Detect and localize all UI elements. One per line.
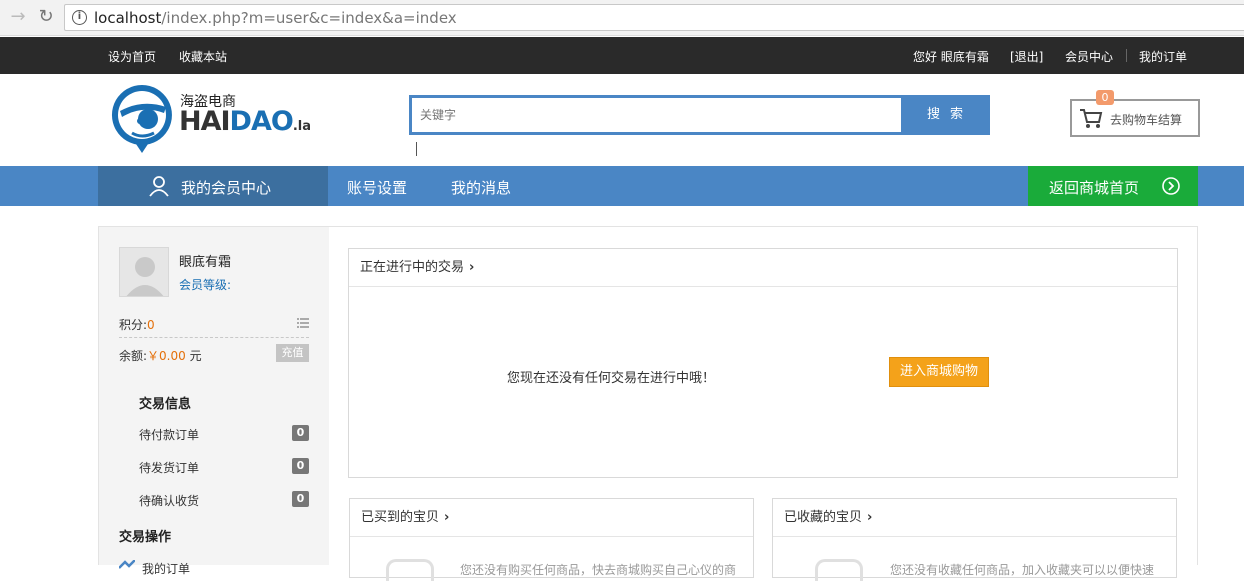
bought-items-title[interactable]: 已买到的宝贝 › — [350, 499, 753, 537]
nav-my-messages[interactable]: 我的消息 — [451, 177, 511, 198]
browser-toolbar: → ↻ i localhost/index.php?m=user&c=index… — [0, 0, 1244, 36]
username: 眼底有霜 — [179, 255, 232, 270]
main-nav: 我的会员中心 账号设置 我的消息 返回商城首页 — [0, 166, 1244, 206]
back-arrow-icon[interactable]: → — [7, 6, 29, 28]
default-avatar-icon — [126, 257, 164, 296]
pending-payment-link[interactable]: 待付款订单 — [139, 426, 199, 443]
ongoing-trades-title[interactable]: 正在进行中的交易 › — [349, 249, 1177, 287]
pirate-logo-icon — [111, 85, 172, 153]
empty-box-icon — [386, 559, 434, 581]
logo-english-name: HAIDAO.la — [179, 106, 311, 137]
list-icon[interactable] — [297, 318, 309, 328]
member-sidebar: 眼底有霜 会员等级: 积分:0 余额:￥0.00 元 充值 交易信息 待付款订单… — [98, 226, 330, 576]
pending-payment-count: 0 — [292, 425, 309, 441]
favorite-items-title-text: 已收藏的宝贝 — [784, 510, 863, 525]
balance-unit: 元 — [189, 349, 202, 363]
balance-row: 余额:￥0.00 元 — [119, 347, 202, 364]
balance-label: 余额: — [119, 349, 148, 363]
favorite-empty-message: 您还没有收藏任何商品，加入收藏夹可以以便快速 — [890, 563, 1155, 577]
trade-ops-title: 交易操作 — [119, 530, 172, 545]
greeting-text: 您好 眼底有霜 — [913, 50, 989, 64]
text-cursor — [416, 142, 417, 156]
logout-link[interactable]: [退出] — [1010, 48, 1043, 65]
ongoing-trades-panel: 正在进行中的交易 › 您现在还没有任何交易在进行中哦！ 进入商城购物 — [348, 248, 1178, 478]
pending-receipt-link[interactable]: 待确认收货 — [139, 492, 199, 509]
site-header: 海盗电商 HAIDAO.la 搜索 0 去购物车结算 — [0, 74, 1244, 166]
pending-shipment-link[interactable]: 待发货订单 — [139, 459, 199, 476]
points-label: 积分: — [119, 318, 148, 332]
chevron-right-icon: › — [469, 260, 475, 275]
top-bar: 设为首页 收藏本站 您好 眼底有霜 [退出] 会员中心 我的订单 — [0, 37, 1244, 74]
member-level: 会员等级: — [179, 278, 232, 292]
ongoing-trades-title-text: 正在进行中的交易 — [360, 260, 465, 275]
shopping-cart-icon — [1080, 109, 1103, 128]
nav-account-settings[interactable]: 账号设置 — [347, 177, 407, 198]
url-host: localhost — [94, 9, 162, 27]
favorite-items-panel: 已收藏的宝贝 › 您还没有收藏任何商品，加入收藏夹可以以便快速 — [772, 498, 1177, 581]
avatar[interactable] — [119, 247, 169, 297]
orders-icon — [119, 560, 135, 569]
nav-member-center-label: 我的会员中心 — [181, 179, 272, 197]
member-center-link[interactable]: 会员中心 — [1065, 48, 1113, 65]
cart-label: 去购物车结算 — [1110, 113, 1183, 127]
logo-en-part2: DAO — [229, 106, 294, 137]
nav-member-center[interactable]: 我的会员中心 — [98, 166, 328, 206]
back-home-label: 返回商城首页 — [1049, 179, 1140, 197]
cart-count-badge: 0 — [1096, 90, 1114, 105]
points-row: 积分:0 — [119, 316, 155, 333]
my-orders-link[interactable]: 我的订单 — [1139, 48, 1187, 65]
back-home-button[interactable]: 返回商城首页 — [1028, 166, 1198, 206]
logo-en-part1: HAI — [179, 106, 231, 137]
cart-button[interactable]: 0 去购物车结算 — [1070, 90, 1200, 137]
search-input[interactable] — [412, 98, 901, 132]
favorite-items-title[interactable]: 已收藏的宝贝 › — [773, 499, 1176, 537]
my-orders-sidebar-link[interactable]: 我的订单 — [142, 560, 190, 577]
set-home-link[interactable]: 设为首页 — [108, 48, 156, 65]
chevron-right-icon: › — [444, 510, 450, 525]
site-logo[interactable]: 海盗电商 HAIDAO.la — [110, 83, 320, 155]
trade-info-title: 交易信息 — [139, 397, 192, 412]
bought-empty-message: 您还没有购买任何商品，快去商城购买自己心仪的商 — [460, 563, 737, 577]
address-bar[interactable]: i localhost/index.php?m=user&c=index&a=i… — [64, 4, 1244, 31]
pending-receipt-count: 0 — [292, 491, 309, 507]
url-text[interactable]: localhost/index.php?m=user&c=index&a=ind… — [94, 9, 457, 27]
user-icon — [149, 176, 169, 197]
search-button[interactable]: 搜索 — [902, 95, 990, 135]
logo-en-suffix: .la — [292, 119, 311, 134]
circle-arrow-right-icon — [1162, 177, 1180, 195]
pending-shipment-count: 0 — [292, 458, 309, 474]
ongoing-empty-message: 您现在还没有任何交易在进行中哦！ — [507, 371, 716, 386]
chevron-right-icon: › — [867, 510, 873, 525]
divider — [119, 337, 309, 338]
search-box: 搜索 — [409, 95, 990, 135]
points-value: 0 — [147, 318, 155, 332]
balance-value: ￥0.00 — [147, 349, 186, 363]
topbar-divider — [1126, 49, 1127, 62]
info-icon[interactable]: i — [72, 10, 87, 25]
recharge-button[interactable]: 充值 — [276, 344, 309, 362]
reload-icon[interactable]: ↻ — [35, 6, 57, 28]
empty-box-icon — [815, 559, 863, 581]
go-shopping-button[interactable]: 进入商城购物 — [889, 357, 989, 387]
bought-items-panel: 已买到的宝贝 › 您还没有购买任何商品，快去商城购买自己心仪的商 — [349, 498, 754, 581]
url-path: /index.php?m=user&c=index&a=index — [161, 9, 457, 27]
main-content: 正在进行中的交易 › 您现在还没有任何交易在进行中哦！ 进入商城购物 已买到的宝贝… — [329, 226, 1198, 581]
bought-items-title-text: 已买到的宝贝 — [361, 510, 440, 525]
bookmark-link[interactable]: 收藏本站 — [179, 48, 227, 65]
